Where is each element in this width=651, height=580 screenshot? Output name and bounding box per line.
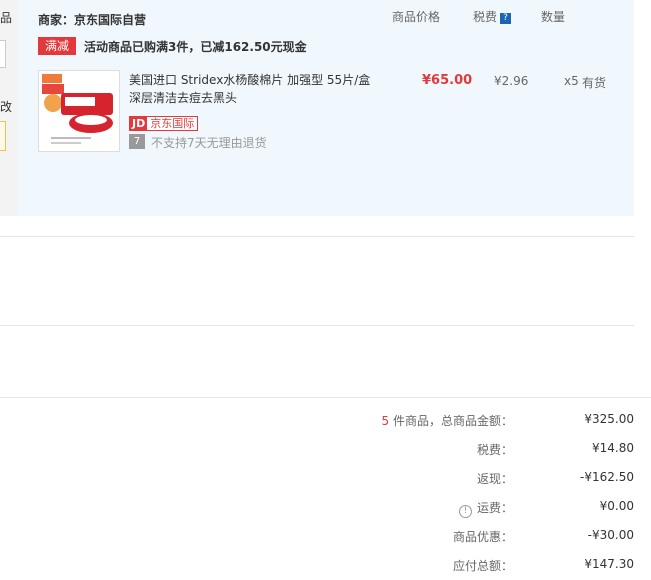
section-divider [0,236,634,237]
item-quantity: x5 [564,74,579,88]
left-sidebar-fragment: 品 改 [0,0,18,216]
summary-tax-label: 税费： [476,443,513,457]
column-header-tax: 税费? [473,8,512,25]
left-fragment-input[interactable] [0,40,6,68]
summary-discount-label: 商品优惠： [452,530,513,544]
order-panel: 商家：京东国际自营 商品价格 税费? 数量 满减 活动商品已购满3件，已减162… [18,0,634,216]
summary-shipping-text: 运费： [476,501,513,515]
product-title-link[interactable]: 美国进口 Stridex水杨酸棉片 加强型 55片/盒 深层清洁去痘去黑头 [129,71,379,107]
summary-discount-value: -¥30.00 [587,528,634,542]
summary-row-tax: 税费： ¥14.80 [0,441,651,461]
summary-row-rebate: 返现： -¥162.50 [0,470,651,490]
promo-text: 活动商品已购满3件，已减162.50元现金 [84,40,307,54]
left-fragment-text-mid[interactable]: 改 [0,98,12,115]
section-divider [0,325,634,326]
no-return-icon: 7 [129,134,145,149]
summary-row-total: 5 件商品，总商品金额： ¥325.00 [0,412,651,432]
item-count-suffix: 件商品，总商品金额： [389,414,513,428]
promo-tag: 满减 [38,37,76,55]
column-header-tax-label: 税费 [473,10,498,24]
merchant-label: 商家：京东国际自营 [38,13,147,27]
info-icon[interactable]: ! [458,505,472,518]
stock-status: 有货 [582,76,607,90]
column-header-qty: 数量 [541,10,566,24]
summary-payable-label: 应付总额： [452,559,513,573]
summary-payable-value: ¥147.30 [584,557,634,571]
return-policy-text: 不支持7天无理由退货 [151,136,267,150]
jd-badge-label: 京东国际 [150,117,195,130]
summary-rebate-value: -¥162.50 [580,470,634,484]
summary-row-shipping: ! 运费： ¥0.00 [0,499,651,519]
help-icon[interactable]: ? [500,13,512,24]
item-tax: ¥2.96 [494,74,529,88]
left-fragment-text-top: 品 [0,11,13,25]
product-thumbnail[interactable] [38,70,120,152]
summary-tax-value: ¥14.80 [592,441,634,455]
summary-row-payable: 应付总额： ¥147.30 [0,557,651,577]
item-price: ¥65.00 [422,73,473,88]
column-header-price: 商品价格 [392,10,441,24]
left-fragment-selected-box[interactable] [0,121,6,151]
jd-logo-icon: JD [130,117,148,130]
summary-total-label: 5 件商品，总商品金额： [382,412,513,429]
summary-total-value: ¥325.00 [584,412,634,426]
summary-shipping-label: ! 运费： [458,499,513,518]
section-divider [0,397,651,398]
jd-international-badge: JD 京东国际 [129,116,199,131]
product-image-icon [39,71,119,151]
summary-rebate-label: 返现： [476,472,513,486]
summary-row-discount: 商品优惠： -¥30.00 [0,528,651,548]
summary-shipping-value: ¥0.00 [599,499,634,513]
